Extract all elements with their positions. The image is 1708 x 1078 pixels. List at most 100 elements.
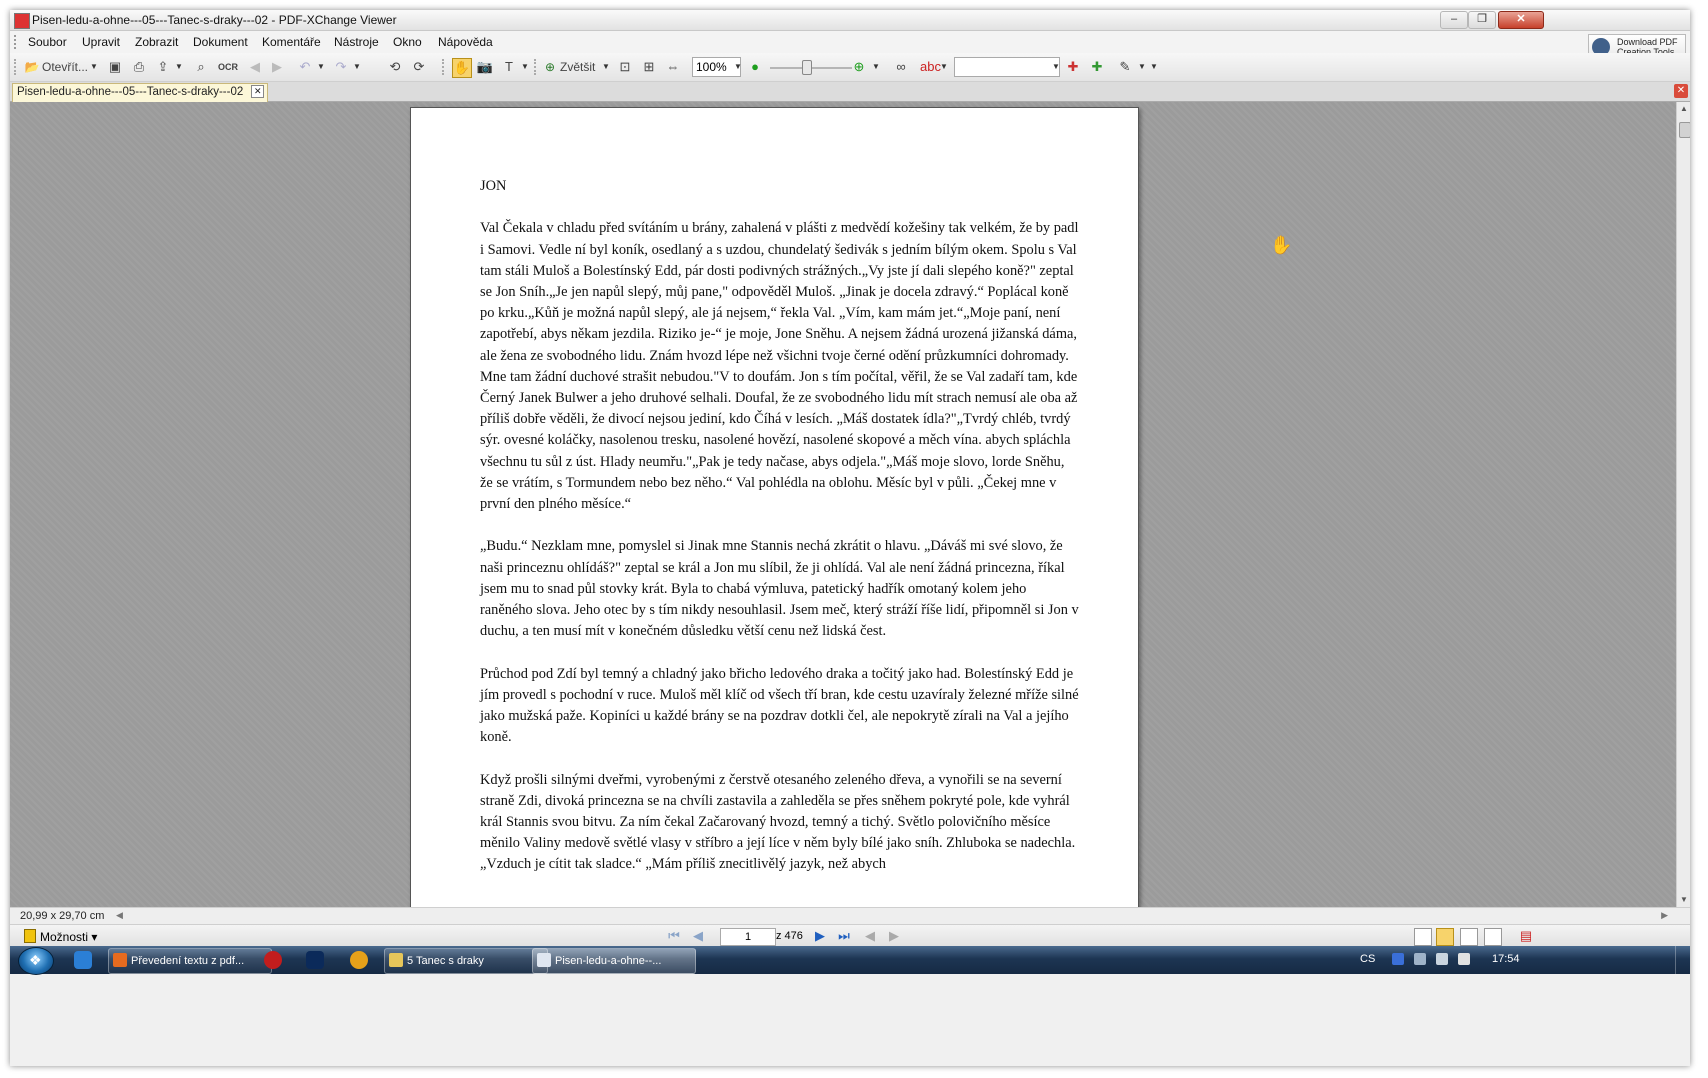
task-label: 5 Tanec s draky bbox=[407, 955, 484, 967]
document-viewer[interactable]: JON Val Čekala v chladu před svítáním u … bbox=[10, 102, 1676, 907]
comments-dropdown-icon[interactable]: ▼ bbox=[1138, 62, 1146, 71]
undo-dropdown-icon[interactable]: ▼ bbox=[317, 62, 325, 71]
comments-tool-icon[interactable]: ✎ bbox=[1116, 58, 1134, 76]
menu-zobrazit[interactable]: Zobrazit bbox=[135, 35, 178, 49]
start-button[interactable]: ❖ bbox=[18, 947, 54, 975]
pdf-xchange-app-icon[interactable] bbox=[14, 13, 30, 29]
select-text-icon[interactable]: T bbox=[500, 58, 518, 76]
undo-icon[interactable]: ↶ bbox=[296, 58, 314, 76]
menu-komentare[interactable]: Komentáře bbox=[262, 35, 321, 49]
taskbar: ❖ Převedení textu z pdf... 5 Tanec s dra… bbox=[10, 946, 1690, 975]
search-next-icon[interactable]: ✚ bbox=[1064, 58, 1082, 76]
fit-width-icon[interactable]: ⇔ bbox=[664, 58, 682, 76]
select-dropdown-icon[interactable]: ▼ bbox=[521, 62, 529, 71]
minimize-button[interactable]: – bbox=[1440, 11, 1468, 29]
toolbar-grip[interactable] bbox=[14, 59, 18, 75]
zoom-out-icon[interactable]: ● bbox=[746, 58, 764, 76]
scroll-down-icon[interactable]: ▼ bbox=[1679, 895, 1689, 905]
redo-dropdown-icon[interactable]: ▼ bbox=[353, 62, 361, 71]
menubar-grip[interactable] bbox=[14, 35, 19, 49]
hscroll-left-icon[interactable]: ◀ bbox=[116, 910, 123, 921]
taskbar-task[interactable]: 5 Tanec s draky bbox=[384, 948, 548, 974]
document-tab[interactable]: Pisen-ledu-a-ohne---05---Tanec-s-draky--… bbox=[12, 83, 269, 102]
taskbar-task-active[interactable]: Pisen-ledu-a-ohne--... bbox=[532, 948, 696, 974]
zoom-tool-dropdown-icon[interactable]: ▼ bbox=[602, 62, 610, 71]
spellcheck-dropdown-icon[interactable]: ▼ bbox=[940, 62, 948, 71]
fit-page-icon[interactable]: ⊞ bbox=[640, 58, 658, 76]
zoom-in-button[interactable]: ⊕ Zvětšit bbox=[542, 58, 595, 76]
rotate-right-icon[interactable]: ⟳ bbox=[410, 58, 428, 76]
menu-upravit[interactable]: Upravit bbox=[82, 35, 120, 49]
menu-okno[interactable]: Okno bbox=[393, 35, 422, 49]
next-page-icon[interactable]: ▶ bbox=[812, 928, 828, 944]
scroll-thumb[interactable] bbox=[1679, 122, 1690, 138]
zoom-plus-dropdown-icon[interactable]: ▼ bbox=[872, 62, 880, 71]
continuous-facing-icon[interactable] bbox=[1484, 928, 1502, 946]
network-tray-icon[interactable] bbox=[1414, 953, 1426, 965]
options-button[interactable]: Možnosti ▾ bbox=[24, 929, 97, 944]
open-dropdown-icon[interactable]: ▼ bbox=[90, 62, 98, 71]
first-page-icon[interactable]: ⏮ bbox=[666, 928, 682, 944]
menu-dokument[interactable]: Dokument bbox=[193, 35, 248, 49]
current-page-input[interactable]: 1 bbox=[720, 928, 776, 946]
previous-page-icon[interactable]: ◀ bbox=[690, 928, 706, 944]
spellcheck-icon[interactable]: abc bbox=[920, 58, 941, 76]
links-icon[interactable]: ∞ bbox=[892, 58, 910, 76]
zoom-slider-thumb[interactable] bbox=[802, 60, 812, 75]
menu-napoveda[interactable]: Nápověda bbox=[438, 35, 493, 49]
pdf-icon[interactable]: ▤ bbox=[1518, 928, 1534, 944]
main-toolbar: 📂 Otevřít... ▼ ▣ ⎙ ⇪ ▼ ⌕ OCR ◀ ▶ ↶ ▼ ↷ ▼ … bbox=[10, 53, 1690, 82]
maximize-button[interactable]: ❐ bbox=[1468, 11, 1496, 29]
history-back-icon[interactable]: ◀ bbox=[862, 928, 878, 944]
status-bar: 20,99 x 29,70 cm ◀ ▶ bbox=[10, 907, 1690, 925]
menu-soubor[interactable]: Soubor bbox=[28, 35, 67, 49]
find-icon[interactable]: ⌕ bbox=[192, 58, 210, 76]
clock[interactable]: 17:54 bbox=[1492, 953, 1520, 965]
volume-tray-icon[interactable] bbox=[1436, 953, 1448, 965]
scroll-up-icon[interactable]: ▲ bbox=[1679, 104, 1689, 114]
last-page-icon[interactable]: ⏭ bbox=[836, 928, 852, 944]
export-dropdown-icon[interactable]: ▼ bbox=[175, 62, 183, 71]
ocr-icon[interactable]: OCR bbox=[218, 58, 238, 76]
search-input[interactable] bbox=[954, 57, 1060, 77]
paragraph: „Budu.“ Nezklam mne, pomyslel si Jinak m… bbox=[480, 538, 1079, 640]
media-player-icon[interactable] bbox=[350, 951, 368, 969]
save-icon[interactable]: ▣ bbox=[106, 58, 124, 76]
zoom-level-dropdown-icon[interactable]: ▼ bbox=[734, 62, 742, 71]
toolbar-overflow-icon[interactable]: ▼ bbox=[1150, 62, 1158, 71]
export-icon[interactable]: ⇪ bbox=[154, 58, 172, 76]
action-center-flag-icon[interactable] bbox=[1458, 953, 1470, 965]
facing-pages-icon[interactable] bbox=[1460, 928, 1478, 946]
magnifier-icon: ⊕ bbox=[544, 60, 556, 74]
history-forward-icon[interactable]: ▶ bbox=[886, 928, 902, 944]
antivirus-tray-icon[interactable] bbox=[1392, 953, 1404, 965]
input-language[interactable]: CS bbox=[1360, 953, 1375, 965]
show-desktop-button[interactable] bbox=[1675, 946, 1690, 974]
open-button[interactable]: 📂 Otevřít... bbox=[24, 58, 89, 76]
close-tab-icon[interactable]: ✕ bbox=[251, 85, 265, 98]
back-icon[interactable]: ◀ bbox=[246, 58, 264, 76]
taskbar-task[interactable]: Převedení textu z pdf... bbox=[108, 948, 272, 974]
app-window: Pisen-ledu-a-ohne---05---Tanec-s-draky--… bbox=[10, 10, 1690, 1066]
opera-icon[interactable] bbox=[264, 951, 282, 969]
hscroll-right-icon[interactable]: ▶ bbox=[1661, 910, 1668, 921]
snapshot-icon[interactable]: 📷 bbox=[476, 58, 494, 76]
redo-icon[interactable]: ↷ bbox=[332, 58, 350, 76]
menu-nastroje[interactable]: Nástroje bbox=[334, 35, 379, 49]
search-dropdown-icon[interactable]: ▼ bbox=[1052, 62, 1060, 71]
continuous-page-icon[interactable] bbox=[1436, 928, 1454, 946]
forward-icon[interactable]: ▶ bbox=[268, 58, 286, 76]
print-icon[interactable]: ⎙ bbox=[130, 58, 148, 76]
actual-size-icon[interactable]: ⊡ bbox=[616, 58, 634, 76]
close-button[interactable]: ✕ bbox=[1498, 11, 1544, 29]
vertical-scrollbar[interactable]: ▲ ▼ bbox=[1676, 102, 1690, 907]
zoom-plus-icon[interactable]: ⊕ bbox=[850, 58, 868, 76]
search-prev-icon[interactable]: ✚ bbox=[1088, 58, 1106, 76]
hand-tool-icon[interactable]: ✋ bbox=[452, 58, 472, 78]
promo-line-1: Download PDF bbox=[1617, 37, 1678, 47]
close-document-icon[interactable]: ✕ bbox=[1674, 84, 1688, 98]
rotate-left-icon[interactable]: ⟲ bbox=[386, 58, 404, 76]
app-launcher-icon[interactable] bbox=[306, 951, 324, 969]
single-page-icon[interactable] bbox=[1414, 928, 1432, 946]
internet-explorer-icon[interactable] bbox=[74, 951, 92, 969]
